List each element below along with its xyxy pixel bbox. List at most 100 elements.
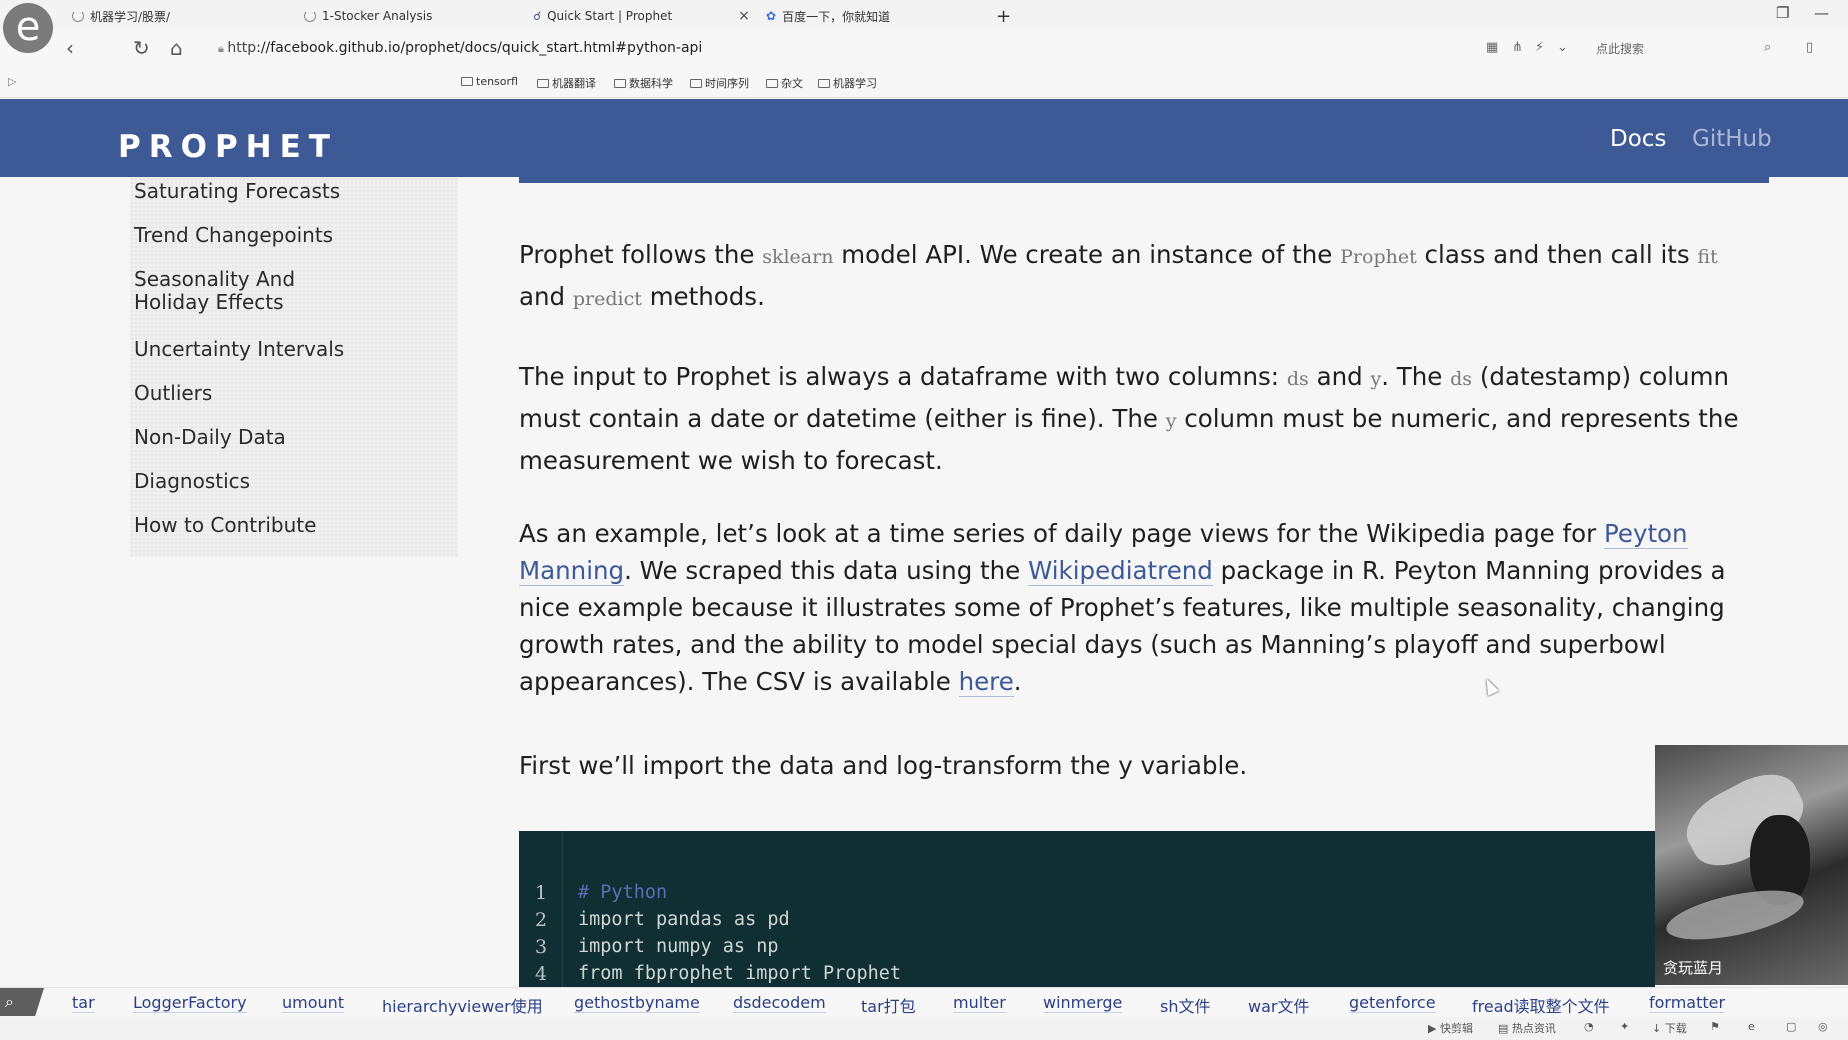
tag-link[interactable]: gethostbyname	[574, 993, 700, 1013]
flag-icon[interactable]: ⚑	[1710, 1020, 1720, 1033]
search-hint[interactable]: 点此搜索	[1596, 40, 1644, 57]
sidebar-toggle-icon[interactable]: ▯	[1806, 40, 1813, 55]
search-tag-icon[interactable]: ⌕	[0, 988, 44, 1016]
docs-sidebar: Saturating Forecasts Trend Changepoints …	[130, 177, 458, 557]
search-icon[interactable]: ⌕	[1764, 40, 1771, 55]
tab-label: 百度一下，你就知道	[782, 9, 891, 24]
clip-icon: ▶	[1428, 1022, 1440, 1035]
inline-code: Prophet	[1340, 246, 1417, 268]
url-field[interactable]: 🔒︎ http://facebook.github.io/prophet/doc…	[218, 40, 702, 56]
news-icon: ▤	[1498, 1022, 1512, 1035]
restore-window-icon[interactable]: ❐	[1776, 4, 1789, 22]
tools-icon[interactable]: ✦	[1620, 1020, 1629, 1033]
paragraph-import-data: First we’ll import the data and log-tran…	[519, 751, 1248, 780]
sidebar-item-seasonality-holiday[interactable]: Seasonality And Holiday Effects	[134, 268, 374, 314]
reload-icon[interactable]: ↻	[133, 36, 150, 60]
bookmark-label: 机器翻译	[552, 77, 596, 90]
status-bar: ▶ 快剪辑 ▤ 热点资讯 ◔ ✦ ↓ 下载 ⚑ e ▢ ◎	[0, 1017, 1848, 1040]
close-tab-icon[interactable]: ×	[738, 8, 750, 24]
tag-link[interactable]: sh文件	[1160, 993, 1211, 1018]
bookmark-arrow-icon[interactable]: ▷	[8, 75, 16, 88]
sidebar-item-uncertainty-intervals[interactable]: Uncertainty Intervals	[134, 338, 434, 361]
inline-code: y	[1165, 410, 1177, 432]
sidebar-item-diagnostics[interactable]: Diagnostics	[134, 470, 434, 493]
folder-icon	[461, 77, 473, 86]
tag-link[interactable]: formatter	[1649, 993, 1726, 1013]
folder-icon	[537, 78, 549, 88]
tab-baidu[interactable]: ✿ 百度一下，你就知道	[766, 5, 890, 27]
quick-clip-button[interactable]: ▶ 快剪辑	[1428, 1020, 1473, 1036]
csv-here-link[interactable]: here	[958, 667, 1014, 697]
wikipediatrend-link[interactable]: Wikipediatrend	[1028, 556, 1213, 586]
sidebar-item-how-to-contribute[interactable]: How to Contribute	[134, 514, 434, 537]
tag-link[interactable]: fread读取整个文件	[1472, 993, 1610, 1018]
inline-code: y	[1370, 368, 1382, 390]
tab-label: 机器学习/股票/	[90, 9, 171, 24]
text: methods.	[641, 282, 765, 311]
bookmark-tensorflow[interactable]: tensorfl	[461, 75, 518, 88]
bookmark-misc[interactable]: 杂文	[766, 75, 803, 91]
tag-link[interactable]: tar	[72, 993, 95, 1013]
tag-link[interactable]: dsdecodem	[733, 993, 826, 1013]
tab-quick-start-prophet[interactable]: ☌ Quick Start | Prophet ×	[533, 5, 750, 27]
nav-docs-link[interactable]: Docs	[1610, 126, 1666, 152]
nav-github-link[interactable]: GitHub	[1692, 126, 1772, 152]
inline-code: fit	[1697, 246, 1718, 268]
inline-code: ds	[1286, 368, 1309, 390]
prophet-logo[interactable]: PROPHET	[118, 129, 338, 165]
sidebar-item-outliers[interactable]: Outliers	[134, 382, 434, 405]
inline-code: predict	[572, 288, 642, 310]
bookmark-data-science[interactable]: 数据科学	[614, 75, 673, 91]
bookmark-mt[interactable]: 机器翻译	[537, 75, 596, 91]
content-top-rule	[519, 177, 1769, 183]
tag-link[interactable]: tar打包	[861, 993, 916, 1018]
tag-link[interactable]: umount	[282, 993, 345, 1013]
hot-news-button[interactable]: ▤ 热点资讯	[1498, 1020, 1556, 1036]
tab-stocker-analysis[interactable]: 1-Stocker Analysis	[304, 5, 432, 27]
dropdown-chevron-icon[interactable]: ⌄	[1557, 40, 1568, 55]
reader-icon[interactable]: ▦	[1486, 40, 1498, 55]
tag-link[interactable]: hierarchyviewer使用	[382, 993, 543, 1018]
bookmark-label: 数据科学	[629, 77, 673, 90]
floating-video-player[interactable]: 贪玩蓝月	[1655, 745, 1848, 985]
folder-icon	[766, 78, 778, 88]
lightning-icon[interactable]: ⚡︎	[1535, 40, 1544, 55]
sidebar-item-non-daily-data[interactable]: Non-Daily Data	[134, 426, 434, 449]
home-icon[interactable]: ⌂	[170, 36, 183, 60]
loading-icon	[304, 10, 316, 22]
bookmark-label: 时间序列	[705, 77, 749, 90]
code-line: # Python	[578, 882, 668, 903]
bookmarks-bar: ▷ tensorfl 机器翻译 数据科学 时间序列 杂文 机器学习	[0, 68, 1848, 98]
tag-link[interactable]: war文件	[1248, 993, 1310, 1018]
tab-label: Quick Start | Prophet	[547, 9, 673, 23]
download-button[interactable]: ↓ 下载	[1652, 1020, 1687, 1036]
prophet-favicon-icon: ☌	[533, 9, 542, 23]
new-tab-button[interactable]: +	[996, 5, 1011, 27]
bookmark-label: 机器学习	[833, 77, 877, 90]
zoom-icon[interactable]: ◎	[1818, 1020, 1828, 1033]
bookmark-ml[interactable]: 机器学习	[818, 75, 877, 91]
bookmark-label: tensorfl	[476, 75, 518, 88]
bookmark-time-series[interactable]: 时间序列	[690, 75, 749, 91]
ie-icon[interactable]: e	[1748, 1020, 1755, 1033]
tag-link[interactable]: multer	[953, 993, 1006, 1013]
browser-logo-icon[interactable]: e	[3, 3, 53, 53]
tag-link[interactable]: winmerge	[1043, 993, 1123, 1013]
back-icon[interactable]: ‹	[66, 36, 74, 60]
url-path: ://facebook.github.io/prophet/docs/quick…	[256, 40, 703, 56]
tag-link[interactable]: getenforce	[1349, 993, 1436, 1013]
paragraph-input-dataframe: The input to Prophet is always a datafra…	[519, 357, 1769, 480]
status-label: 下载	[1664, 1022, 1687, 1035]
sidebar-item-trend-changepoints[interactable]: Trend Changepoints	[134, 224, 434, 247]
speed-icon[interactable]: ◔	[1584, 1020, 1594, 1033]
text: class and then call its	[1416, 240, 1698, 269]
sidebar-item-saturating-forecasts[interactable]: Saturating Forecasts	[134, 180, 434, 203]
bookmark-label: 杂文	[781, 77, 803, 90]
minimize-window-icon[interactable]: —	[1814, 4, 1829, 22]
code-line: import numpy as np	[578, 936, 779, 957]
tag-link[interactable]: LoggerFactory	[133, 993, 247, 1013]
baidu-favicon-icon: ✿	[766, 9, 777, 23]
share-icon[interactable]: ⋔	[1512, 40, 1523, 55]
tab-ml-stocks[interactable]: 机器学习/股票/	[72, 5, 170, 27]
window-icon[interactable]: ▢	[1786, 1020, 1796, 1033]
